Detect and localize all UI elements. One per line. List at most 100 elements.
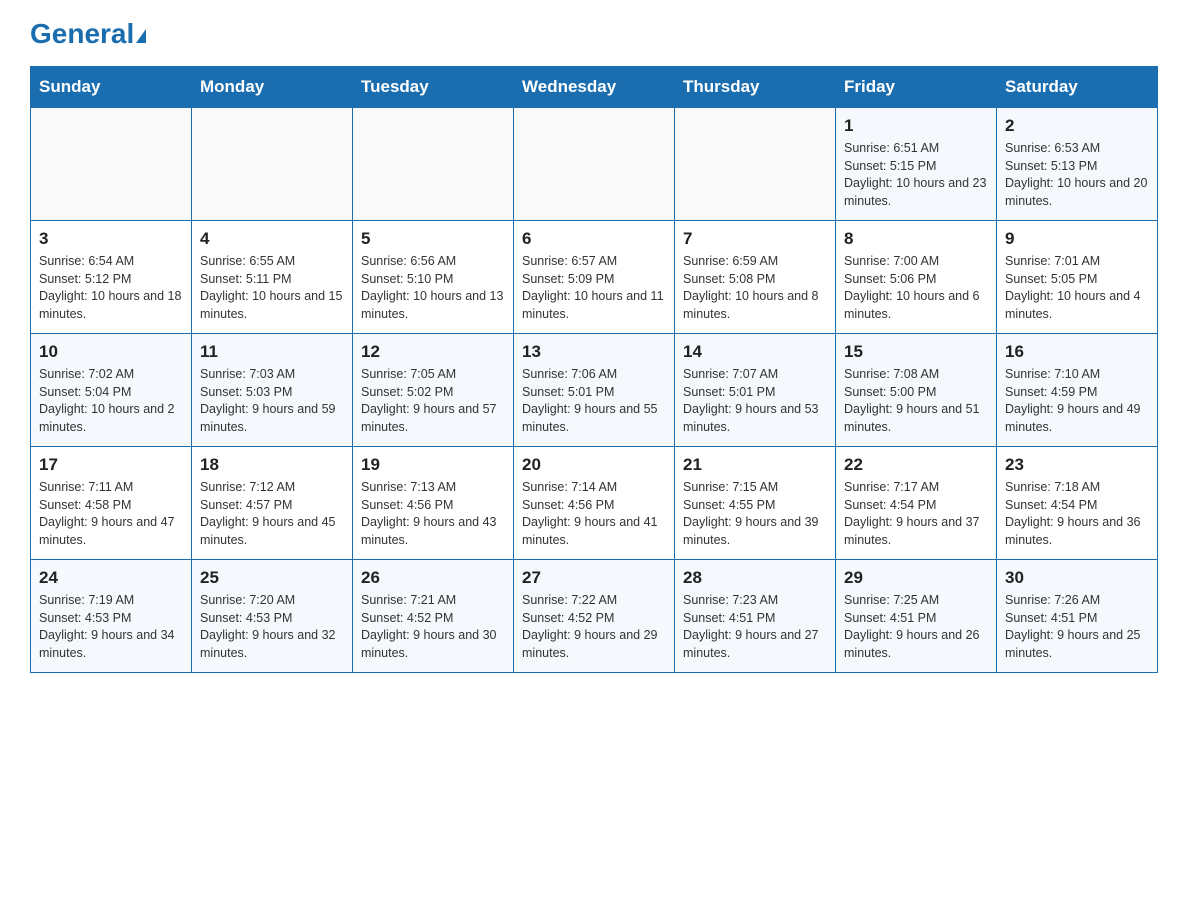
logo-triangle-icon xyxy=(136,29,146,43)
day-cell: 4Sunrise: 6:55 AMSunset: 5:11 PMDaylight… xyxy=(192,221,353,334)
day-info: Sunrise: 6:54 AMSunset: 5:12 PMDaylight:… xyxy=(39,253,183,323)
day-number: 30 xyxy=(1005,568,1149,588)
day-cell: 16 Sunrise: 7:10 AMSunset: 4:59 PMDayligh… xyxy=(997,334,1158,447)
day-cell: 13 Sunrise: 7:06 AMSunset: 5:01 PMDayligh… xyxy=(514,334,675,447)
day-number: 22 xyxy=(844,455,988,475)
day-info: Sunrise: 7:14 AMSunset: 4:56 PMDaylight:… xyxy=(522,479,666,549)
day-cell: 25Sunrise: 7:20 AMSunset: 4:53 PMDayligh… xyxy=(192,560,353,673)
day-number: 26 xyxy=(361,568,505,588)
page-header: General xyxy=(30,20,1158,46)
day-info: Sunrise: 7:00 AMSunset: 5:06 PMDaylight:… xyxy=(844,253,988,323)
day-info: Sunrise: 6:56 AMSunset: 5:10 PMDaylight:… xyxy=(361,253,505,323)
day-cell: 6 Sunrise: 6:57 AMSunset: 5:09 PMDaylight… xyxy=(514,221,675,334)
day-info: Sunrise: 7:25 AMSunset: 4:51 PMDaylight:… xyxy=(844,592,988,662)
weekday-header-wednesday: Wednesday xyxy=(514,67,675,108)
day-cell: 19Sunrise: 7:13 AMSunset: 4:56 PMDayligh… xyxy=(353,447,514,560)
day-cell xyxy=(675,108,836,221)
day-number: 18 xyxy=(200,455,344,475)
day-number: 16 xyxy=(1005,342,1149,362)
day-cell: 12 Sunrise: 7:05 AMSunset: 5:02 PMDayligh… xyxy=(353,334,514,447)
day-number: 23 xyxy=(1005,455,1149,475)
logo-general: General xyxy=(30,18,134,49)
day-number: 11 xyxy=(200,342,344,362)
day-info: Sunrise: 7:23 AMSunset: 4:51 PMDaylight:… xyxy=(683,592,827,662)
day-number: 1 xyxy=(844,116,988,136)
day-cell: 9 Sunrise: 7:01 AMSunset: 5:05 PMDaylight… xyxy=(997,221,1158,334)
day-cell xyxy=(353,108,514,221)
day-number: 8 xyxy=(844,229,988,249)
day-cell xyxy=(31,108,192,221)
weekday-header-sunday: Sunday xyxy=(31,67,192,108)
day-number: 5 xyxy=(361,229,505,249)
day-number: 7 xyxy=(683,229,827,249)
day-info: Sunrise: 7:21 AMSunset: 4:52 PMDaylight:… xyxy=(361,592,505,662)
week-row-1: 1Sunrise: 6:51 AMSunset: 5:15 PMDaylight… xyxy=(31,108,1158,221)
day-cell: 3 Sunrise: 6:54 AMSunset: 5:12 PMDaylight… xyxy=(31,221,192,334)
day-number: 25 xyxy=(200,568,344,588)
day-cell: 14Sunrise: 7:07 AMSunset: 5:01 PMDayligh… xyxy=(675,334,836,447)
day-number: 9 xyxy=(1005,229,1149,249)
weekday-header-friday: Friday xyxy=(836,67,997,108)
day-cell: 1Sunrise: 6:51 AMSunset: 5:15 PMDaylight… xyxy=(836,108,997,221)
day-info: Sunrise: 7:17 AMSunset: 4:54 PMDaylight:… xyxy=(844,479,988,549)
day-number: 12 xyxy=(361,342,505,362)
day-cell: 10Sunrise: 7:02 AMSunset: 5:04 PMDayligh… xyxy=(31,334,192,447)
day-cell: 29 Sunrise: 7:25 AMSunset: 4:51 PMDayligh… xyxy=(836,560,997,673)
day-cell: 7 Sunrise: 6:59 AMSunset: 5:08 PMDaylight… xyxy=(675,221,836,334)
day-number: 24 xyxy=(39,568,183,588)
day-info: Sunrise: 7:06 AMSunset: 5:01 PMDaylight:… xyxy=(522,366,666,436)
day-cell: 21Sunrise: 7:15 AMSunset: 4:55 PMDayligh… xyxy=(675,447,836,560)
day-number: 14 xyxy=(683,342,827,362)
day-info: Sunrise: 6:57 AMSunset: 5:09 PMDaylight:… xyxy=(522,253,666,323)
day-number: 3 xyxy=(39,229,183,249)
day-cell: 2 Sunrise: 6:53 AMSunset: 5:13 PMDaylight… xyxy=(997,108,1158,221)
day-info: Sunrise: 7:11 AMSunset: 4:58 PMDaylight:… xyxy=(39,479,183,549)
day-number: 19 xyxy=(361,455,505,475)
day-cell xyxy=(192,108,353,221)
day-cell: 30 Sunrise: 7:26 AMSunset: 4:51 PMDayligh… xyxy=(997,560,1158,673)
weekday-header-monday: Monday xyxy=(192,67,353,108)
day-cell: 28 Sunrise: 7:23 AMSunset: 4:51 PMDayligh… xyxy=(675,560,836,673)
day-info: Sunrise: 7:05 AMSunset: 5:02 PMDaylight:… xyxy=(361,366,505,436)
day-info: Sunrise: 7:10 AMSunset: 4:59 PMDaylight:… xyxy=(1005,366,1149,436)
weekday-header-saturday: Saturday xyxy=(997,67,1158,108)
day-info: Sunrise: 7:03 AMSunset: 5:03 PMDaylight:… xyxy=(200,366,344,436)
day-cell: 24 Sunrise: 7:19 AMSunset: 4:53 PMDayligh… xyxy=(31,560,192,673)
week-row-5: 24 Sunrise: 7:19 AMSunset: 4:53 PMDayligh… xyxy=(31,560,1158,673)
day-info: Sunrise: 7:12 AMSunset: 4:57 PMDaylight:… xyxy=(200,479,344,549)
day-cell: 23 Sunrise: 7:18 AMSunset: 4:54 PMDayligh… xyxy=(997,447,1158,560)
day-number: 2 xyxy=(1005,116,1149,136)
weekday-header-tuesday: Tuesday xyxy=(353,67,514,108)
day-number: 15 xyxy=(844,342,988,362)
day-info: Sunrise: 7:22 AMSunset: 4:52 PMDaylight:… xyxy=(522,592,666,662)
day-cell: 26 Sunrise: 7:21 AMSunset: 4:52 PMDayligh… xyxy=(353,560,514,673)
day-info: Sunrise: 7:18 AMSunset: 4:54 PMDaylight:… xyxy=(1005,479,1149,549)
week-row-2: 3 Sunrise: 6:54 AMSunset: 5:12 PMDaylight… xyxy=(31,221,1158,334)
day-info: Sunrise: 6:53 AMSunset: 5:13 PMDaylight:… xyxy=(1005,140,1149,210)
day-info: Sunrise: 7:19 AMSunset: 4:53 PMDaylight:… xyxy=(39,592,183,662)
day-cell: 15 Sunrise: 7:08 AMSunset: 5:00 PMDayligh… xyxy=(836,334,997,447)
logo: General xyxy=(30,20,146,46)
day-number: 28 xyxy=(683,568,827,588)
calendar-table: SundayMondayTuesdayWednesdayThursdayFrid… xyxy=(30,66,1158,673)
day-number: 13 xyxy=(522,342,666,362)
day-info: Sunrise: 7:08 AMSunset: 5:00 PMDaylight:… xyxy=(844,366,988,436)
day-cell: 11 Sunrise: 7:03 AMSunset: 5:03 PMDayligh… xyxy=(192,334,353,447)
day-info: Sunrise: 7:01 AMSunset: 5:05 PMDaylight:… xyxy=(1005,253,1149,323)
day-cell: 8 Sunrise: 7:00 AMSunset: 5:06 PMDaylight… xyxy=(836,221,997,334)
day-number: 6 xyxy=(522,229,666,249)
day-cell: 5 Sunrise: 6:56 AMSunset: 5:10 PMDaylight… xyxy=(353,221,514,334)
day-info: Sunrise: 6:55 AMSunset: 5:11 PMDaylight:… xyxy=(200,253,344,323)
day-number: 21 xyxy=(683,455,827,475)
day-cell: 17Sunrise: 7:11 AMSunset: 4:58 PMDayligh… xyxy=(31,447,192,560)
day-cell: 18 Sunrise: 7:12 AMSunset: 4:57 PMDayligh… xyxy=(192,447,353,560)
day-cell xyxy=(514,108,675,221)
day-info: Sunrise: 6:59 AMSunset: 5:08 PMDaylight:… xyxy=(683,253,827,323)
day-cell: 20Sunrise: 7:14 AMSunset: 4:56 PMDayligh… xyxy=(514,447,675,560)
day-info: Sunrise: 7:02 AMSunset: 5:04 PMDaylight:… xyxy=(39,366,183,436)
day-number: 29 xyxy=(844,568,988,588)
day-cell: 27 Sunrise: 7:22 AMSunset: 4:52 PMDayligh… xyxy=(514,560,675,673)
week-row-4: 17Sunrise: 7:11 AMSunset: 4:58 PMDayligh… xyxy=(31,447,1158,560)
day-number: 27 xyxy=(522,568,666,588)
day-info: Sunrise: 7:26 AMSunset: 4:51 PMDaylight:… xyxy=(1005,592,1149,662)
